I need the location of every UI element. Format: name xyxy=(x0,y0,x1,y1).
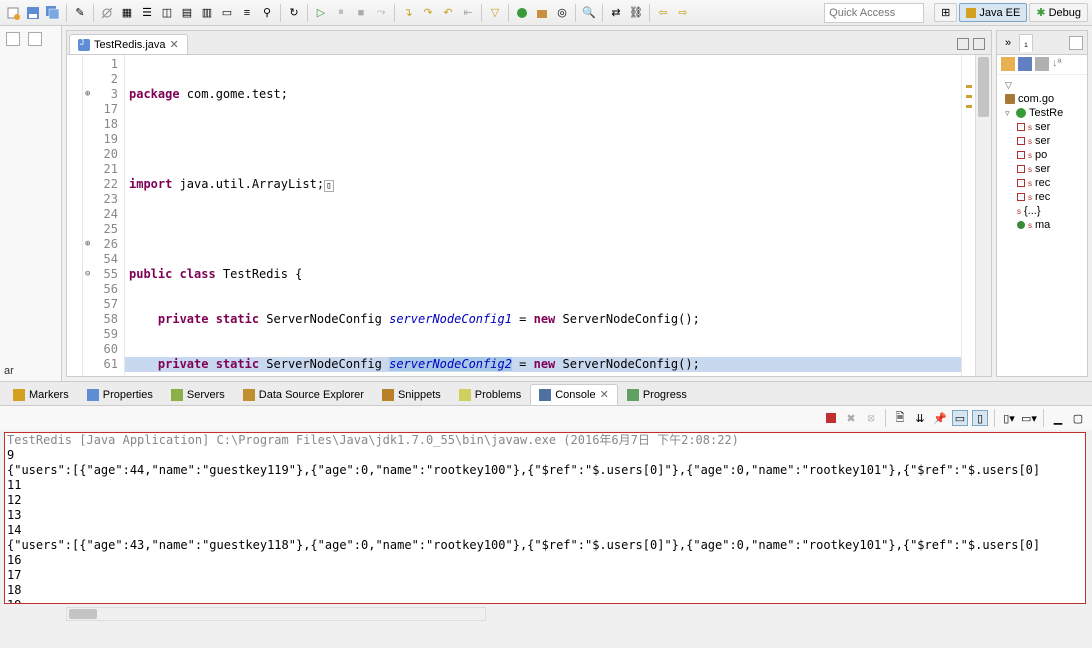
outline-static-block[interactable]: s{...} xyxy=(999,204,1085,218)
remove-launch-icon[interactable]: ✖ xyxy=(843,410,859,426)
editor-tab-bar: TestRedis.java ✕ xyxy=(67,31,991,55)
java-file-icon xyxy=(78,39,90,51)
drop-frame-icon[interactable]: ⇤ xyxy=(459,4,477,22)
outline-field-2[interactable]: sser xyxy=(999,134,1085,148)
list-icon[interactable]: ☰ xyxy=(138,4,156,22)
console-output[interactable]: TestRedis [Java Application] C:\Program … xyxy=(4,432,1086,604)
type-icon[interactable]: ◎ xyxy=(553,4,571,22)
clear-console-icon[interactable]: 🗎 xyxy=(892,410,908,426)
pin-console-icon[interactable]: 📌 xyxy=(932,410,948,426)
outline-field-3[interactable]: spo xyxy=(999,148,1085,162)
hide-fields-icon[interactable] xyxy=(1018,57,1032,71)
close-tab-icon[interactable]: ✕ xyxy=(170,38,179,51)
quick-access-input[interactable] xyxy=(824,3,924,23)
minimized-view-1-icon[interactable] xyxy=(6,32,20,46)
pin-icon[interactable]: ⚲ xyxy=(258,4,276,22)
perspective-debug[interactable]: ✱Debug xyxy=(1029,3,1088,22)
remove-all-icon[interactable]: ⦻ xyxy=(863,410,879,426)
terminate-icon[interactable] xyxy=(823,410,839,426)
quick-access[interactable] xyxy=(824,3,924,23)
sort-icon[interactable] xyxy=(1001,57,1015,71)
tab-snippets[interactable]: Snippets xyxy=(373,385,450,405)
editor-pane: TestRedis.java ✕ 1 2 3 17 18 19 20 21 22… xyxy=(66,30,992,377)
overview-ruler[interactable] xyxy=(961,55,975,376)
outline-package[interactable]: com.go xyxy=(999,92,1085,106)
outline-field-4[interactable]: sser xyxy=(999,162,1085,176)
outline-min-icon[interactable] xyxy=(1069,36,1083,50)
new-console-icon[interactable]: ▭▾ xyxy=(1021,410,1037,426)
side-truncated-text: ar xyxy=(4,365,14,377)
tab-title: TestRedis.java xyxy=(94,39,166,51)
tab-console[interactable]: Console ✕ xyxy=(530,384,618,405)
open-console-icon[interactable]: ▯▾ xyxy=(1001,410,1017,426)
editor-tab-testredis[interactable]: TestRedis.java ✕ xyxy=(69,34,188,54)
save-all-icon[interactable] xyxy=(44,4,62,22)
display-selected-icon[interactable]: ▭ xyxy=(952,410,968,426)
tab-markers[interactable]: Markers xyxy=(4,385,78,405)
pause-icon[interactable]: ⏸ xyxy=(332,4,350,22)
open-perspective-icon[interactable]: ⊞ xyxy=(934,3,957,22)
sync-icon[interactable]: ⇄ xyxy=(607,4,625,22)
step-into-icon[interactable]: ↴ xyxy=(399,4,417,22)
outline-tree[interactable]: ▽ com.go ▿TestRe sser sser spo sser srec… xyxy=(997,75,1087,236)
outline-field-5[interactable]: srec xyxy=(999,176,1085,190)
breakpoint-skip-icon[interactable] xyxy=(98,4,116,22)
perspective-java-ee[interactable]: Java EE xyxy=(959,3,1027,22)
disconnect-icon[interactable]: ⤳ xyxy=(372,4,390,22)
perspective-switcher: ⊞ Java EE ✱Debug xyxy=(934,3,1088,22)
min-console-icon[interactable]: ▁ xyxy=(1050,410,1066,426)
toggle-icon[interactable]: ◫ xyxy=(158,4,176,22)
bottom-tab-bar: Markers Properties Servers Data Source E… xyxy=(0,382,1092,406)
new-icon[interactable] xyxy=(4,4,22,22)
tab-data-source[interactable]: Data Source Explorer xyxy=(234,385,373,405)
outline-tab-1[interactable]: » xyxy=(1001,35,1015,51)
new-class-icon[interactable] xyxy=(513,4,531,22)
new-package-icon[interactable] xyxy=(533,4,551,22)
console-toolbar: ✖ ⦻ 🗎 ⇊ 📌 ▭ ▯ ▯▾ ▭▾ ▁ ▢ xyxy=(0,406,1092,430)
refresh-icon[interactable]: ↻ xyxy=(285,4,303,22)
marker-bar[interactable] xyxy=(67,55,83,376)
outline-view: » ₁ ↓ª ▽ com.go ▿TestRe sser sser spo ss… xyxy=(996,30,1088,377)
tab-servers[interactable]: Servers xyxy=(162,385,234,405)
show-console-icon[interactable]: ▯ xyxy=(972,410,988,426)
max-console-icon[interactable]: ▢ xyxy=(1070,410,1086,426)
resume-icon[interactable]: ▷ xyxy=(312,4,330,22)
main-toolbar: ✎ ▦ ☰ ◫ ▤ ▥ ▭ ≡ ⚲ ↻ ▷ ⏸ ■ ⤳ ↴ ↷ ↶ ⇤ ▽ ◎ … xyxy=(0,0,1092,26)
link-icon[interactable]: ⛓ xyxy=(627,4,645,22)
step-return-icon[interactable]: ↶ xyxy=(439,4,457,22)
save-icon[interactable] xyxy=(24,4,42,22)
tab-properties[interactable]: Properties xyxy=(78,385,162,405)
wand-icon[interactable]: ✎ xyxy=(71,4,89,22)
outline-main-method[interactable]: sma xyxy=(999,218,1085,232)
nav-fwd-icon[interactable]: ⇨ xyxy=(674,4,692,22)
nav-back-icon[interactable]: ⇦ xyxy=(654,4,672,22)
close-console-icon[interactable]: ✕ xyxy=(600,388,609,401)
minimized-view-2-icon[interactable] xyxy=(28,32,42,46)
scroll-lock-icon[interactable]: ⇊ xyxy=(912,410,928,426)
grid-icon[interactable]: ▦ xyxy=(118,4,136,22)
vertical-scrollbar[interactable] xyxy=(975,55,991,376)
step-over-icon[interactable]: ↷ xyxy=(419,4,437,22)
text-icon[interactable]: ▭ xyxy=(218,4,236,22)
minimize-editor-icon[interactable] xyxy=(957,38,969,50)
stack-icon[interactable]: ≡ xyxy=(238,4,256,22)
horizontal-scrollbar[interactable] xyxy=(66,607,486,621)
line-number-gutter[interactable]: 1 2 3 17 18 19 20 21 22 23 24 25 26 54 5… xyxy=(83,55,125,376)
code-editor[interactable]: package com.gome.test; import java.util.… xyxy=(125,55,961,376)
tab-progress[interactable]: Progress xyxy=(618,385,696,405)
search-icon[interactable]: 🔍 xyxy=(580,4,598,22)
outline-class[interactable]: ▿TestRe xyxy=(999,106,1085,120)
outline-tab-2[interactable]: ₁ xyxy=(1019,34,1033,52)
stop-icon[interactable]: ■ xyxy=(352,4,370,22)
outline-field-6[interactable]: srec xyxy=(999,190,1085,204)
filter-icon[interactable]: ▽ xyxy=(486,4,504,22)
console-launch-title: TestRedis [Java Application] C:\Program … xyxy=(7,433,1083,448)
outline-field-1[interactable]: sser xyxy=(999,120,1085,134)
hide-static-icon[interactable] xyxy=(1035,57,1049,71)
tab-problems[interactable]: Problems xyxy=(450,385,530,405)
maximize-editor-icon[interactable] xyxy=(973,38,985,50)
left-sidebar: ar xyxy=(0,26,62,381)
doc-icon[interactable]: ▤ xyxy=(178,4,196,22)
page-icon[interactable]: ▥ xyxy=(198,4,216,22)
